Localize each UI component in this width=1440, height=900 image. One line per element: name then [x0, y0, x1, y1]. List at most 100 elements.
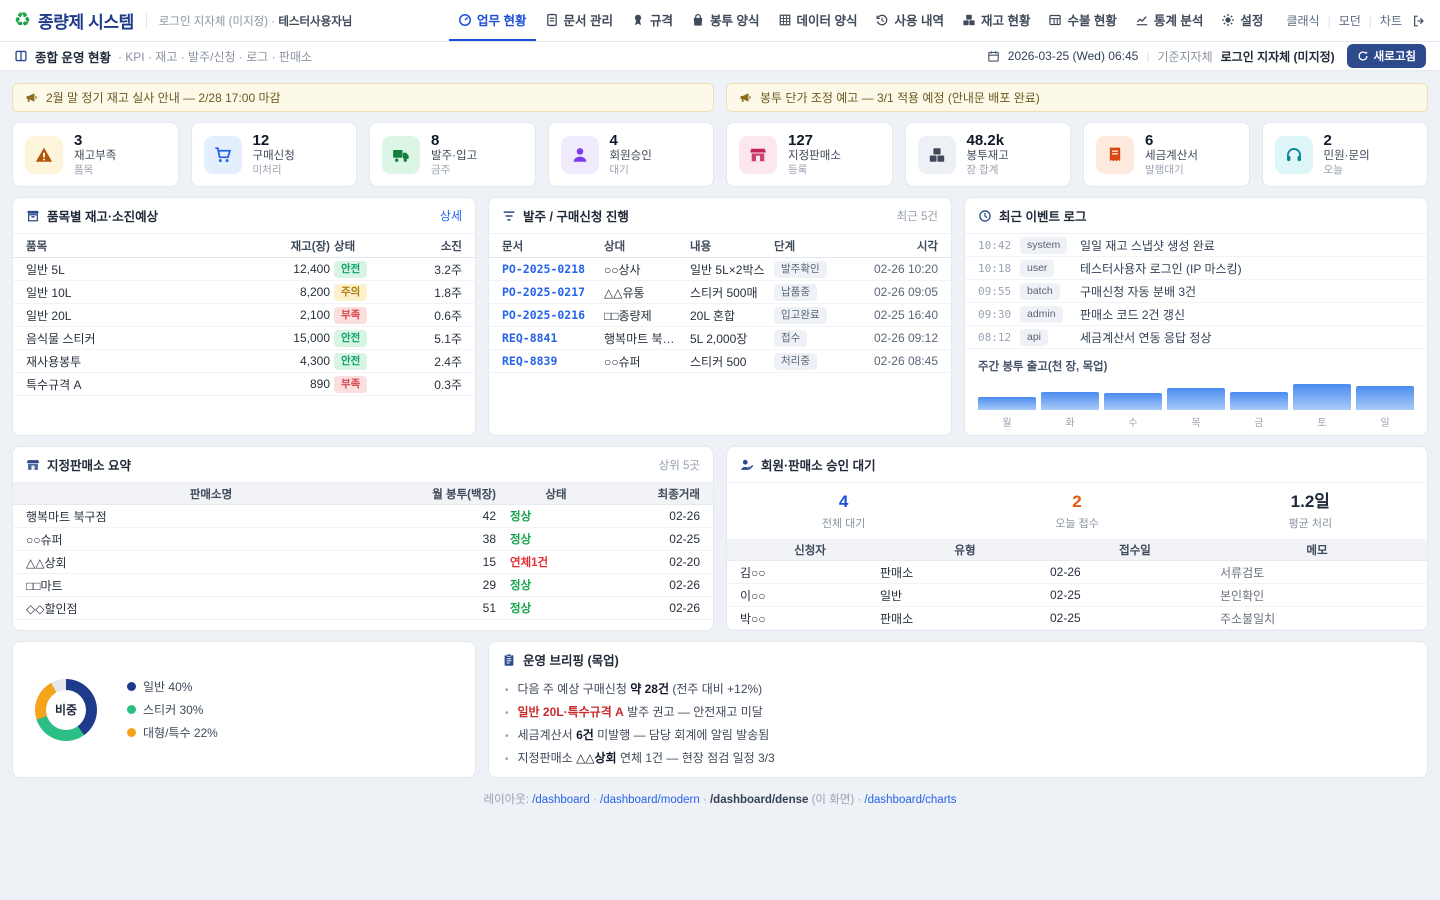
order-row: REQ-8841 행복마트 북… 5L 2,000장 접수 02-26 09:1…: [489, 327, 951, 350]
store-icon: [26, 458, 40, 472]
store-status: 정상: [496, 577, 616, 593]
approval-stat: 2 오늘 접수: [960, 492, 1193, 531]
warn-icon: [25, 136, 63, 174]
kpi-value: 6: [1145, 132, 1198, 149]
doc-icon: [545, 13, 559, 27]
kpi-label: 세금계산서: [1145, 149, 1198, 164]
kpi-sub: 오늘: [1324, 164, 1370, 177]
kpi-row: 3 재고부족 품목 12 구매신청 미처리 8 발주·입고 금주 4 회원승인 …: [12, 122, 1428, 187]
kpi-card[interactable]: 48.2k 봉투재고 장 합계: [905, 122, 1072, 187]
dashboard-page: { "topnav": { "brand": "종량제 시스템", "user_…: [0, 0, 1440, 900]
nav-item-hist[interactable]: 사용 내역: [866, 0, 952, 41]
kpi-value: 48.2k: [967, 132, 1009, 149]
approval-stat-label: 평균 처리: [1194, 515, 1427, 531]
page-title: 종합 운영 현황: [35, 47, 111, 66]
kpi-card[interactable]: 4 회원승인 대기: [548, 122, 715, 187]
approval-stat: 4 전체 대기: [727, 492, 960, 531]
weekly-bar-label: 토: [1293, 414, 1351, 429]
weekly-bar-labels: 월화수목금토일: [978, 414, 1414, 429]
order-doc-link[interactable]: PO-2025-0217: [502, 285, 604, 299]
app-brand: ♻ 종량제 시스템: [14, 8, 134, 33]
log-tag-badge: user: [1020, 260, 1054, 277]
store-icon: [749, 146, 767, 164]
kpi-card[interactable]: 6 세금계산서 발행대기: [1083, 122, 1250, 187]
layout-footer: 레이아웃: /dashboard · /dashboard/modern · /…: [12, 788, 1428, 813]
stores-panel-header: 지정판매소 요약 상위 5곳: [13, 447, 713, 483]
order-doc-link[interactable]: PO-2025-0218: [502, 262, 604, 276]
nav-item-chart[interactable]: 통계 분석: [1126, 0, 1212, 41]
kpi-card[interactable]: 8 발주·입고 금주: [369, 122, 536, 187]
order-doc-link[interactable]: PO-2025-0216: [502, 308, 604, 322]
headset-icon: [1285, 146, 1303, 164]
sub-bar: 종합 운영 현황 · KPI · 재고 · 발주/신청 · 로그 · 판매소 2…: [0, 42, 1440, 71]
kpi-label: 회원승인: [610, 149, 652, 164]
main-nav: 업무 현황 문서 관리 규격 봉투 양식 데이터 양식 사용 내역 재고 현황 …: [449, 0, 1272, 41]
view-link[interactable]: 차트: [1380, 12, 1402, 29]
order-step-badge: 처리중: [774, 353, 817, 370]
orders-panel: 발주 / 구매신청 진행 최근 5건 문서상대내용단계시각 PO-2025-02…: [488, 197, 952, 436]
weekly-bars: [978, 383, 1414, 410]
log-row: 10:18 user 테스터사용자 로그인 (IP 마스킹): [965, 257, 1427, 280]
boxes-icon: [928, 146, 946, 164]
footer-link[interactable]: /dashboard/charts: [864, 794, 956, 806]
nav-item-speedo[interactable]: 업무 현황: [449, 0, 535, 41]
kpi-card[interactable]: 12 구매신청 미처리: [191, 122, 358, 187]
nav-item-gear[interactable]: 설정: [1212, 0, 1272, 41]
legend-dot: [127, 682, 136, 691]
legend-item: 대형/특수 22%: [127, 724, 218, 741]
stock-row: 음식물 스티커 15,000 안전 5.1주: [13, 327, 475, 350]
legend-item: 스티커 30%: [127, 701, 218, 718]
kpi-label: 발주·입고: [431, 149, 477, 164]
store-status: 정상: [496, 600, 616, 616]
logout-button[interactable]: [1412, 14, 1426, 28]
kpi-sub: 미처리: [253, 164, 295, 177]
orders-panel-header: 발주 / 구매신청 진행 최근 5건: [489, 198, 951, 234]
weekly-bar-label: 금: [1230, 414, 1288, 429]
nav-item-boxes[interactable]: 재고 현황: [953, 0, 1039, 41]
weekly-bar-목: [1167, 388, 1225, 410]
megaphone-icon: [739, 91, 752, 104]
nav-item-grid[interactable]: 데이터 양식: [769, 0, 867, 41]
stock-row: 재사용봉투 4,300 안전 2.4주: [13, 350, 475, 373]
view-link[interactable]: 클래식: [1286, 12, 1319, 29]
stock-detail-link[interactable]: 상세: [440, 207, 462, 224]
briefing-item: • 다음 주 예상 구매신청 약 28건 (전주 대비 +12%): [505, 677, 1411, 700]
order-doc-link[interactable]: REQ-8841: [502, 331, 604, 345]
briefing-item: • 지정판매소 △△상회 연체 1건 — 현장 점검 일정 3/3: [505, 746, 1411, 769]
nav-item-award[interactable]: 규격: [622, 0, 682, 41]
nav-item-doc[interactable]: 문서 관리: [536, 0, 622, 41]
kpi-card[interactable]: 2 민원·문의 오늘: [1262, 122, 1429, 187]
approval-stat-label: 전체 대기: [727, 515, 960, 531]
nav-item-bag[interactable]: 봉투 양식: [682, 0, 768, 41]
order-step-badge: 입고완료: [774, 307, 827, 324]
kpi-sub: 발행대기: [1145, 164, 1198, 177]
status-badge: 안전: [334, 330, 367, 347]
footer-link[interactable]: /dashboard: [532, 794, 590, 806]
app-title: 종량제 시스템: [38, 8, 134, 33]
store-row: □□마트 29 정상 02-26: [13, 574, 713, 597]
event-log-list: 10:42 system 일일 재고 스냅샷 생성 완료 10:18 user …: [965, 234, 1427, 349]
subbar-right: 2026-03-25 (Wed) 06:45 | 기준지자체 로그인 지자체 (…: [987, 44, 1426, 68]
refresh-button[interactable]: 새로고침: [1347, 44, 1426, 68]
truck-icon: [382, 136, 420, 174]
nav-item-table[interactable]: 수불 현황: [1039, 0, 1125, 41]
approval-stat-value: 2: [960, 492, 1193, 512]
orders-header-row: 문서상대내용단계시각: [489, 234, 951, 258]
kpi-card[interactable]: 3 재고부족 품목: [12, 122, 179, 187]
kpi-card[interactable]: 127 지정판매소 등록: [726, 122, 893, 187]
stock-header-row: 품목재고(장)상태소진: [13, 234, 475, 258]
basis-label: 기준지자체: [1157, 48, 1212, 65]
stock-row: 일반 10L 8,200 주의 1.8주: [13, 281, 475, 304]
log-row: 09:30 admin 판매소 코드 2건 갱신: [965, 303, 1427, 326]
footer-link[interactable]: /dashboard/modern: [600, 794, 700, 806]
approval-row: 김○○ 판매소 02-26 서류검토: [727, 561, 1427, 584]
order-doc-link[interactable]: REQ-8839: [502, 354, 604, 368]
stores-header-row: 판매소명월 봉투(백장)상태최종거래: [13, 483, 713, 505]
approval-panel: 회원·판매소 승인 대기 4 전체 대기 2 오늘 접수 1.2일 평균 처리 …: [726, 446, 1428, 631]
event-log-panel: 최근 이벤트 로그 10:42 system 일일 재고 스냅샷 생성 완료 1…: [964, 197, 1428, 436]
award-icon: [631, 13, 645, 27]
approval-stat: 1.2일 평균 처리: [1194, 492, 1427, 531]
log-row: 09:55 batch 구매신청 자동 분배 3건: [965, 280, 1427, 303]
view-link[interactable]: 모던: [1339, 12, 1361, 29]
order-row: PO-2025-0216 □□종량제 20L 혼합 입고완료 02-25 16:…: [489, 304, 951, 327]
